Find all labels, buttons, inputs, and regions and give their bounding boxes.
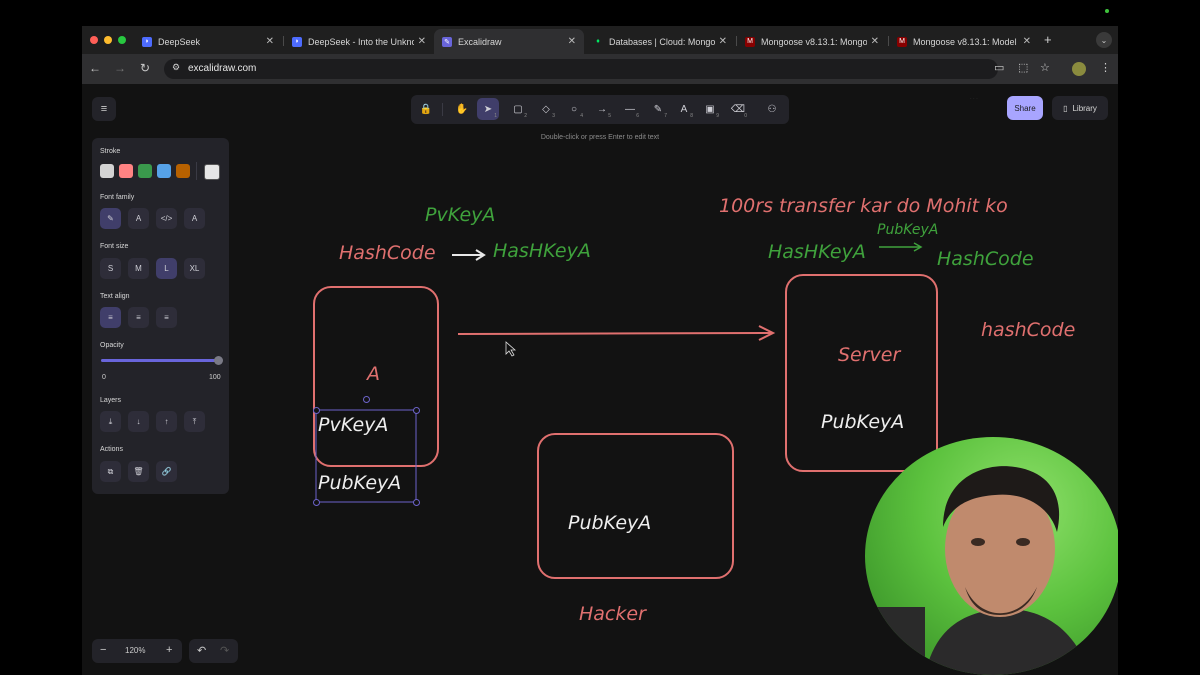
- selection-handle[interactable]: [413, 499, 420, 506]
- forward-icon[interactable]: →: [113, 61, 127, 75]
- hacker-label[interactable]: Hacker: [579, 603, 646, 625]
- tab-search-icon[interactable]: ⌄: [1096, 32, 1112, 48]
- selection-handle[interactable]: [313, 499, 320, 506]
- minimize-window-button[interactable]: [104, 36, 112, 44]
- excalidraw-icon: ✎: [442, 36, 452, 47]
- selection-handle[interactable]: [313, 407, 320, 414]
- server-pubkey-text[interactable]: PubKeyA: [821, 411, 904, 433]
- transfer-text[interactable]: 100rs transfer kar do Mohit ko: [719, 195, 1008, 217]
- tab-deepseek-unknown[interactable]: ◗ DeepSeek - Into the Unkno ✕: [284, 29, 434, 54]
- new-tab-button[interactable]: +: [1044, 32, 1052, 47]
- browser-window: ◗ DeepSeek ✕ ◗ DeepSeek - Into the Unkno…: [82, 26, 1118, 675]
- bookmark-star-icon[interactable]: ☆: [1040, 61, 1050, 74]
- server-label[interactable]: Server: [838, 344, 900, 366]
- site-info-icon[interactable]: ⚙: [172, 62, 180, 73]
- maximize-window-button[interactable]: [118, 36, 126, 44]
- tab-mongodb[interactable]: ♦ Databases | Cloud: Mongo ✕: [585, 29, 735, 54]
- tab-title: Databases | Cloud: Mongo: [609, 36, 715, 47]
- mongoose-icon: M: [897, 36, 907, 47]
- webcam-overlay: [865, 437, 1118, 675]
- pvkey-box-text[interactable]: PvKeyA: [318, 414, 388, 436]
- address-bar: ← → ↻ ⚙ excalidraw.com ▭ ⬚ ☆ ⋮: [82, 54, 1118, 84]
- rotation-handle[interactable]: [363, 396, 370, 403]
- presenter-video: [865, 466, 1090, 675]
- tab-excalidraw[interactable]: ✎ Excalidraw ✕: [434, 29, 584, 54]
- tab-title: DeepSeek: [158, 36, 201, 47]
- hashkey-right-text[interactable]: HasHKeyA: [768, 241, 866, 263]
- pvkey-top-text[interactable]: PvKeyA: [425, 204, 495, 226]
- tab-strip: ◗ DeepSeek ✕ ◗ DeepSeek - Into the Unkno…: [82, 26, 1118, 54]
- hashcode-far-text[interactable]: hashCode: [981, 319, 1075, 341]
- close-tab-icon[interactable]: ✕: [871, 36, 879, 47]
- tab-title: Mongoose v8.13.1: Mongo: [761, 36, 867, 47]
- hashcode-left-text[interactable]: HashCode: [339, 242, 436, 264]
- hashcode-right-text[interactable]: HashCode: [937, 248, 1034, 270]
- cast-icon[interactable]: ▭: [994, 61, 1004, 74]
- mongoose-icon: M: [745, 36, 755, 47]
- close-tab-icon[interactable]: ✕: [568, 36, 576, 47]
- install-app-icon[interactable]: ⬚: [1018, 61, 1028, 74]
- mongodb-leaf-icon: ♦: [596, 38, 600, 45]
- box-a-label[interactable]: A: [367, 363, 380, 385]
- reload-icon[interactable]: ↻: [138, 61, 152, 75]
- excalidraw-canvas[interactable]: ≡ 🔒 ✋ ➤ 1 ▢ 2 ◇ 3 ○ 4 → 5—6 ✎ 7 A 8 ▣ 9 ⌫ 0 ⚇ Double-click o…: [82, 84, 1118, 675]
- tab-mongoose-2[interactable]: M Mongoose v8.13.1: Model ✕: [889, 29, 1039, 54]
- close-window-button[interactable]: [90, 36, 98, 44]
- deepseek-icon: ◗: [292, 36, 302, 47]
- tab-title: Mongoose v8.13.1: Model: [913, 36, 1017, 47]
- tab-title: DeepSeek - Into the Unkno: [308, 36, 414, 47]
- browser-menu-icon[interactable]: ⋮: [1100, 61, 1111, 74]
- pubkey-box-text[interactable]: PubKeyA: [318, 472, 401, 494]
- pubkey-small-text[interactable]: PubKeyA: [877, 222, 938, 238]
- hacker-pubkey-text[interactable]: PubKeyA: [568, 512, 651, 534]
- back-icon[interactable]: ←: [88, 61, 102, 75]
- tab-deepseek[interactable]: ◗ DeepSeek ✕: [134, 29, 282, 54]
- selection-handle[interactable]: [413, 407, 420, 414]
- main-arrow[interactable]: [457, 332, 773, 335]
- profile-avatar[interactable]: [1072, 62, 1086, 76]
- close-tab-icon[interactable]: ✕: [1023, 36, 1031, 47]
- tab-mongoose-1[interactable]: M Mongoose v8.13.1: Mongo ✕: [737, 29, 887, 54]
- hashkey-left-text[interactable]: HasHKeyA: [493, 240, 591, 262]
- close-tab-icon[interactable]: ✕: [719, 36, 727, 47]
- omnibox[interactable]: ⚙ excalidraw.com: [164, 59, 998, 79]
- deepseek-icon: ◗: [142, 36, 152, 47]
- mouse-cursor-icon: [505, 341, 517, 357]
- recording-indicator: [1105, 9, 1109, 13]
- close-tab-icon[interactable]: ✕: [418, 36, 426, 47]
- url-text[interactable]: excalidraw.com: [188, 63, 256, 74]
- tab-title: Excalidraw: [458, 36, 502, 47]
- close-tab-icon[interactable]: ✕: [266, 36, 274, 47]
